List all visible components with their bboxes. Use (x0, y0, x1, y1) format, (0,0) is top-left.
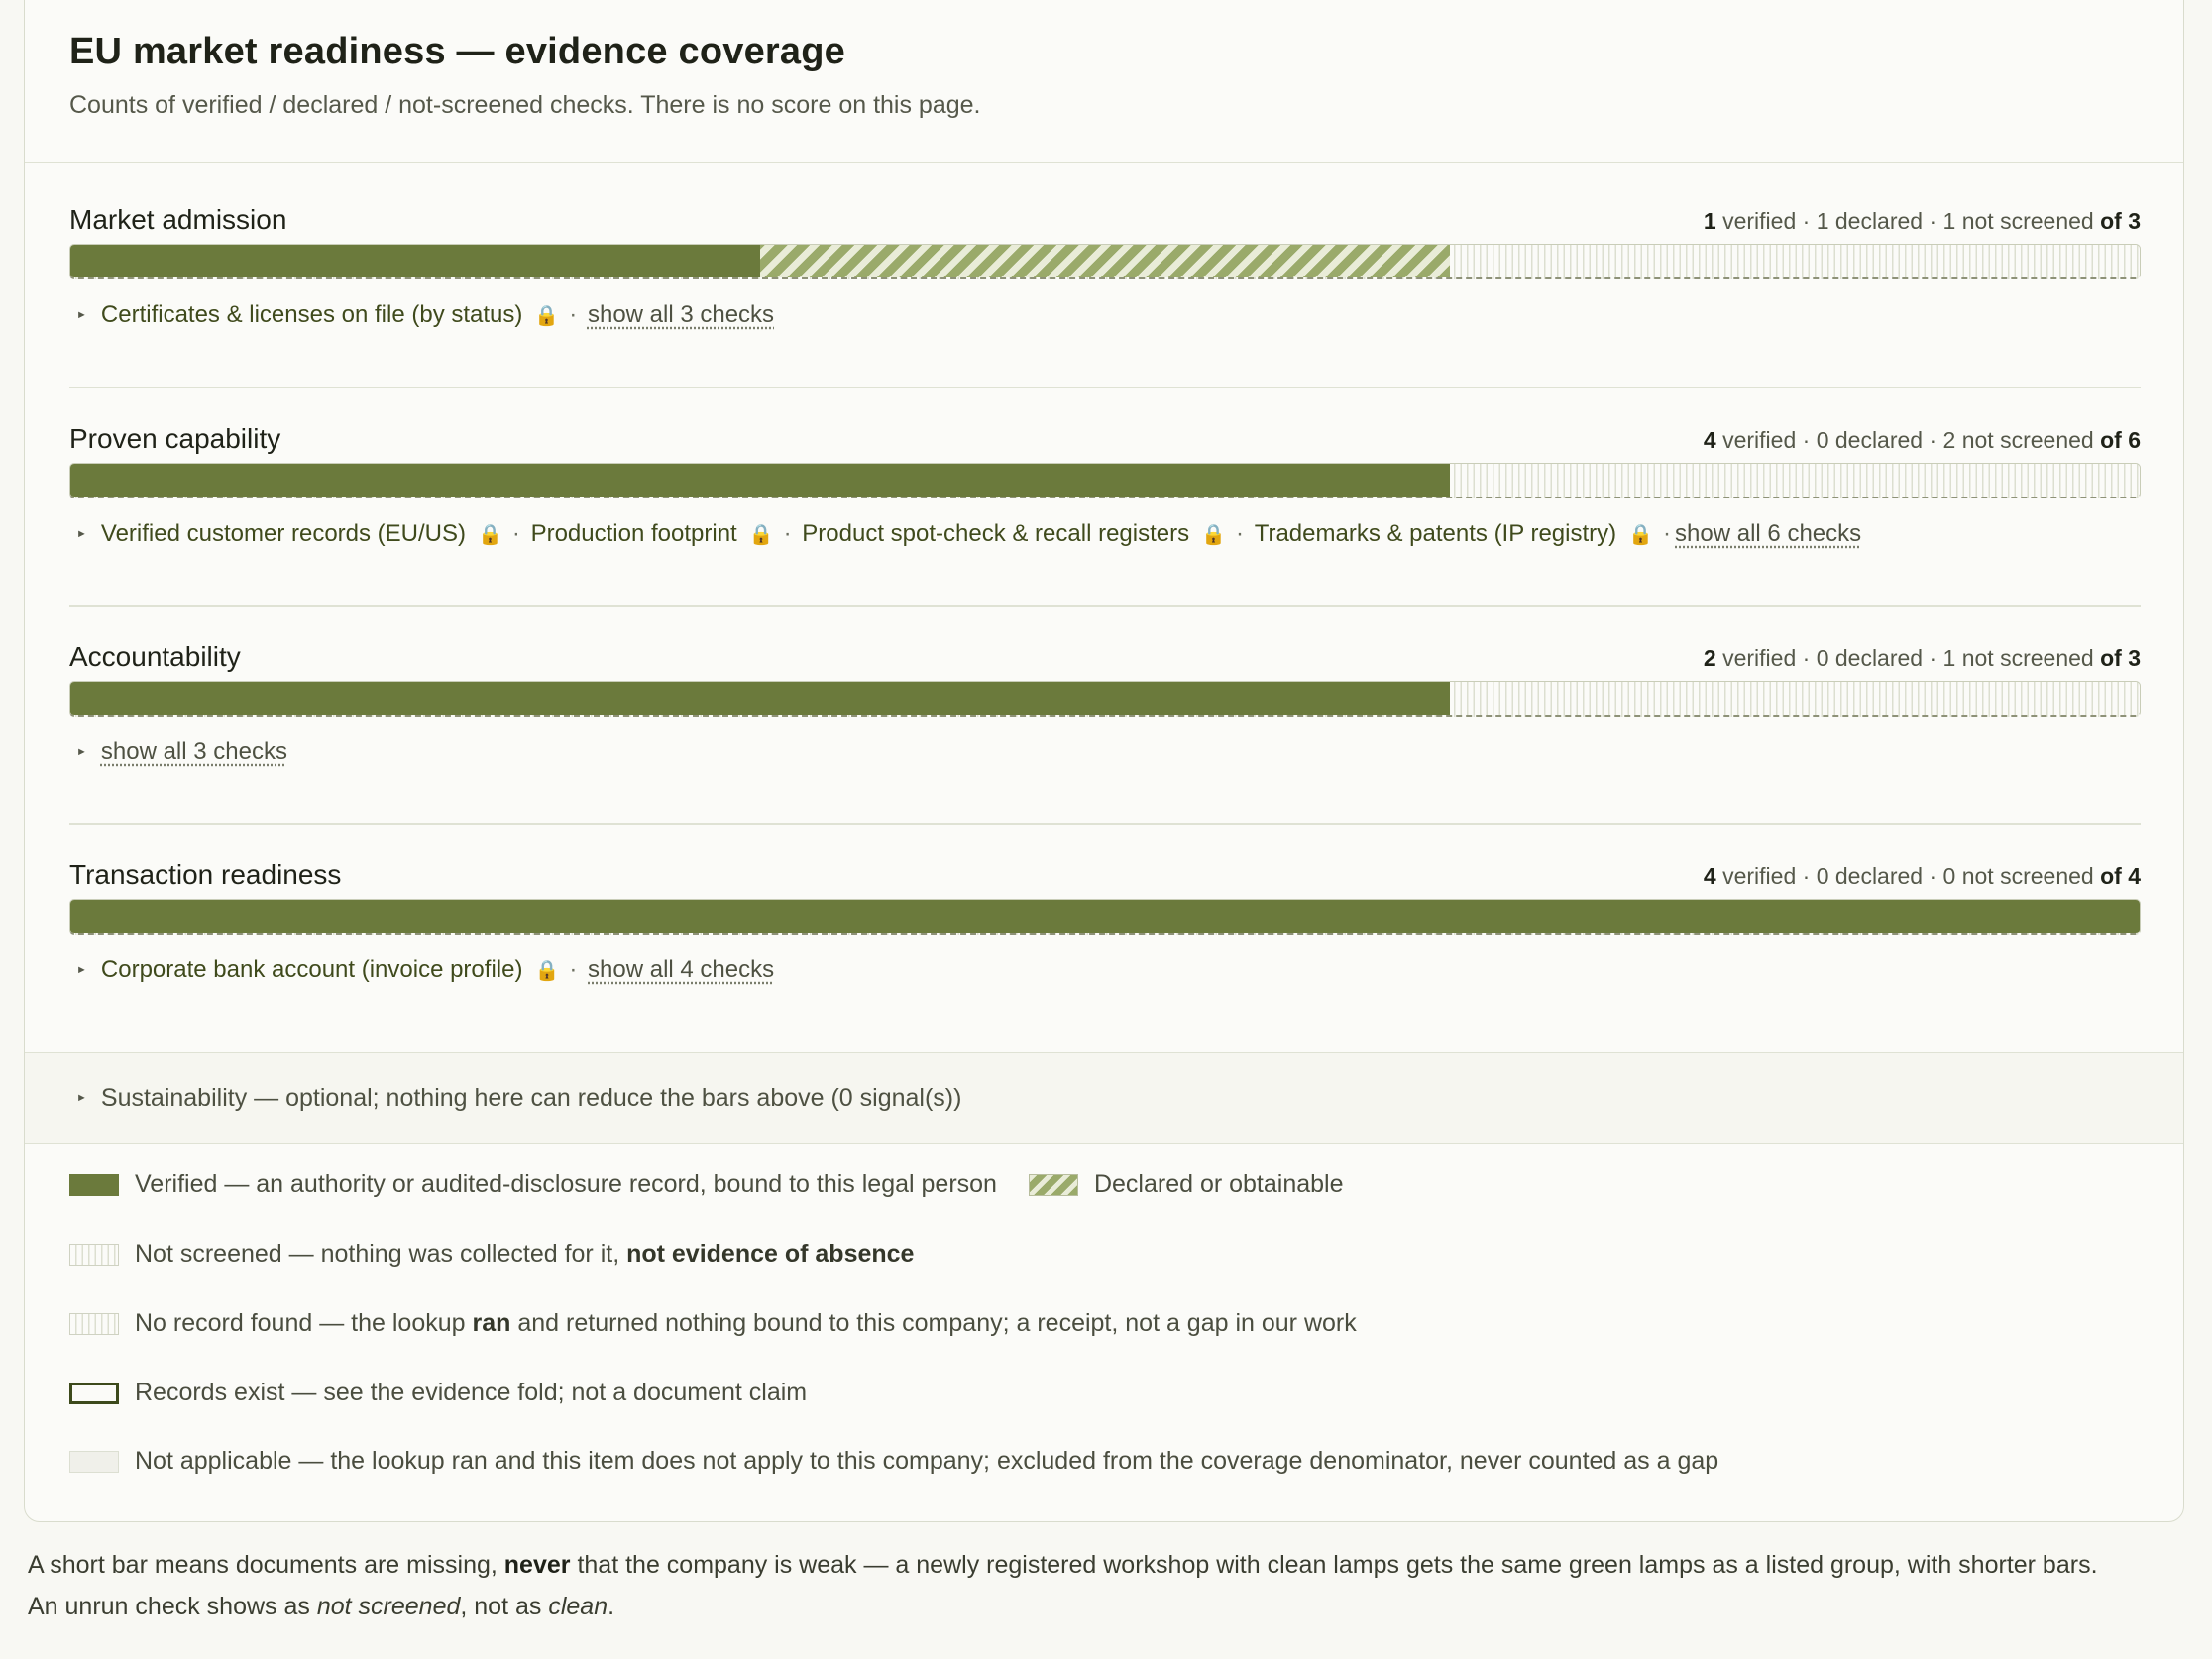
check-item[interactable]: Certificates & licenses on file (by stat… (101, 301, 523, 329)
legend-not-screened-emphasis: not evidence of absence (626, 1240, 915, 1268)
no-record-swatch (69, 1312, 119, 1335)
coverage-bar (69, 244, 2141, 279)
triangle-right-icon[interactable]: ► (76, 746, 87, 758)
legend-row: Not screened — nothing was collected for… (69, 1240, 914, 1269)
section-divider (69, 387, 2141, 388)
verified-segment (70, 682, 1450, 715)
footer-line-1: A short bar means documents are missing,… (28, 1551, 2098, 1579)
section-title: Proven capability (69, 423, 281, 454)
legend-declared: Declared or obtainable (1093, 1170, 1344, 1198)
show-all-link[interactable]: show all 6 checks (1675, 520, 1861, 548)
check-item[interactable]: Product spot-check & recall registers (802, 520, 1189, 548)
coverage-bar (69, 899, 2141, 935)
check-item[interactable]: Corporate bank account (invoice profile) (101, 956, 523, 984)
lock-icon: 🔒 (478, 523, 502, 546)
section-title: Market admission (69, 204, 287, 235)
lock-icon: 🔒 (748, 523, 774, 546)
checks-row[interactable]: ► Certificates & licenses on file (by st… (69, 301, 774, 329)
legend-not-applicable: Not applicable — the lookup ran and this… (135, 1447, 1719, 1475)
section-title: Transaction readiness (69, 859, 342, 890)
section-divider (69, 605, 2141, 607)
lock-icon: 🔒 (534, 304, 560, 327)
verified-swatch (69, 1173, 119, 1196)
records-exist-swatch (69, 1382, 119, 1404)
legend-row: Records exist — see the evidence fold; n… (69, 1379, 807, 1407)
sustainability-toggle[interactable]: ► Sustainability — optional; nothing her… (25, 1052, 2183, 1144)
check-item[interactable]: Production footprint (531, 520, 737, 548)
page-subtitle: Counts of verified / declared / not-scre… (69, 91, 981, 119)
page-title: EU market readiness — evidence coverage (69, 31, 845, 72)
legend-not-screened: Not screened — nothing was collected for… (135, 1240, 620, 1268)
section-title: Accountability (69, 641, 241, 672)
show-all-link[interactable]: show all 3 checks (588, 301, 774, 329)
check-item[interactable]: Trademarks & patents (IP registry) (1255, 520, 1616, 548)
not-screened-swatch (69, 1243, 119, 1266)
legend-no-record-emphasis: ran (472, 1309, 511, 1337)
legend-no-record: No record found — the lookup (135, 1309, 466, 1337)
legend-records-exist: Records exist — see the evidence fold; n… (135, 1379, 808, 1406)
legend-no-record-rest: and returned nothing bound to this compa… (517, 1309, 1357, 1337)
declared-swatch (1028, 1173, 1078, 1196)
check-item[interactable]: Verified customer records (EU/US) (101, 520, 466, 548)
section-counts: 1 verified · 1 declared · 1 not screened… (1703, 208, 2141, 234)
section-counts: 2 verified · 0 declared · 1 not screened… (1703, 645, 2141, 671)
declared-segment (760, 245, 1450, 277)
not-applicable-swatch (69, 1450, 119, 1473)
show-all-link[interactable]: show all 4 checks (588, 956, 774, 984)
lock-icon: 🔒 (1628, 523, 1654, 546)
coverage-bar (69, 463, 2141, 498)
section-counts: 4 verified · 0 declared · 2 not screened… (1703, 427, 2141, 453)
footer-line-2: An unrun check shows as not screened, no… (28, 1593, 615, 1620)
coverage-card: EU market readiness — evidence coverage … (24, 0, 2184, 1522)
triangle-right-icon[interactable]: ► (76, 309, 87, 321)
checks-row[interactable]: ► Verified customer records (EU/US) 🔒 · P… (69, 520, 1861, 548)
verified-segment (70, 900, 2140, 933)
checks-row[interactable]: ► show all 3 checks (69, 738, 287, 766)
lock-icon: 🔒 (1201, 523, 1227, 546)
checks-row[interactable]: ► Corporate bank account (invoice profil… (69, 956, 774, 984)
lock-icon: 🔒 (534, 959, 560, 982)
card-header: EU market readiness — evidence coverage … (25, 0, 2183, 163)
verified-segment (70, 245, 760, 277)
triangle-right-icon[interactable]: ► (76, 1092, 87, 1104)
legend-row: No record found — the lookup ran and ret… (69, 1309, 1357, 1338)
legend-verified: Verified — an authority or audited-discl… (135, 1170, 997, 1198)
legend-row: Verified — an authority or audited-discl… (69, 1170, 1344, 1199)
triangle-right-icon[interactable]: ► (76, 528, 87, 540)
show-all-link[interactable]: show all 3 checks (101, 738, 287, 766)
section-divider (69, 823, 2141, 825)
footer-note: A short bar means documents are missing,… (28, 1544, 2188, 1627)
sustainability-label: Sustainability — optional; nothing here … (100, 1083, 962, 1112)
coverage-bar (69, 681, 2141, 717)
triangle-right-icon[interactable]: ► (76, 964, 87, 976)
legend-row: Not applicable — the lookup ran and this… (69, 1447, 1718, 1476)
verified-segment (70, 464, 1450, 497)
section-counts: 4 verified · 0 declared · 0 not screened… (1703, 863, 2141, 889)
